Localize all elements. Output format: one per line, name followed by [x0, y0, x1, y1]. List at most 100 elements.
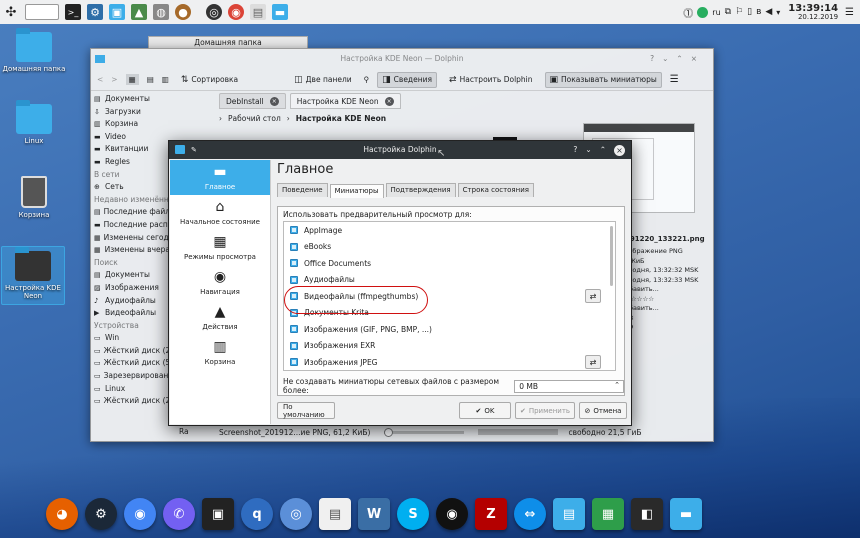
clock[interactable]: 13:39:14 20.12.2019 [788, 3, 838, 21]
plugin-item[interactable]: Изображения EXR [284, 338, 615, 355]
kde-connect-tray-icon[interactable]: ▯ [747, 7, 752, 17]
configure-plugin-icon[interactable]: ⇄ [585, 289, 601, 304]
checkbox[interactable] [290, 341, 298, 350]
details-view-icon[interactable]: ▥ [162, 75, 169, 84]
places-item[interactable]: ▬ Квитанции [94, 143, 170, 156]
thumbnails-button[interactable]: ▣ Показывать миниатюры [544, 71, 662, 88]
checkbox[interactable] [290, 308, 298, 317]
qbittorrent-icon[interactable]: q [241, 498, 273, 530]
terminal-icon[interactable]: >_ [65, 4, 81, 20]
configure-button[interactable]: ⇄ Настроить Dolphin [445, 73, 536, 87]
search-icon[interactable]: ⚲ [364, 75, 370, 84]
size-limit-spinbox[interactable]: 0 МВ [514, 379, 624, 393]
sidebar-item[interactable]: ⌂ Начальное состояние [170, 195, 270, 230]
help-icon[interactable]: ? [573, 141, 577, 159]
places-item[interactable]: ▤ Последние файлы [94, 206, 173, 219]
cancel-button[interactable]: ⊘ Отмена [579, 402, 627, 419]
checkbox[interactable] [290, 259, 298, 268]
folder-task-icon[interactable]: ▬ [272, 4, 288, 20]
network-app-icon[interactable]: ● [175, 4, 191, 20]
document-viewer-icon[interactable]: ▤ [319, 498, 351, 530]
app-store-icon[interactable]: ▣ [109, 4, 125, 20]
checkbox[interactable] [290, 226, 298, 235]
sidebar-item[interactable]: ▲ Действия [170, 300, 270, 335]
plugin-item[interactable]: Документы Krita [284, 305, 615, 322]
places-item[interactable]: ▭ Жёсткий диск (54, [94, 357, 173, 370]
webcam-icon[interactable]: ◉ [436, 498, 468, 530]
skype-icon[interactable]: S [397, 498, 429, 530]
bluetooth-icon[interactable]: ʙ [756, 7, 761, 17]
places-item[interactable]: ▭ Linux [94, 383, 170, 396]
network-tray-icon[interactable] [697, 6, 709, 18]
places-item[interactable]: ♪ Аудиофайлы [94, 295, 170, 308]
close-icon[interactable]: × [384, 96, 394, 106]
places-item[interactable]: ▤ Документы [94, 93, 170, 106]
places-item[interactable]: ▬ Video [94, 131, 170, 144]
plugin-item[interactable]: Изображения JPEG ⇄ [284, 354, 615, 370]
compact-view-icon[interactable]: ▤ [147, 75, 154, 84]
sidebar-item[interactable]: ▦ Режимы просмотра [170, 230, 270, 265]
checkbox[interactable] [290, 275, 298, 284]
settings-app-icon[interactable]: ⚙ [87, 4, 103, 20]
tab[interactable]: Поведение [277, 183, 328, 197]
places-item[interactable]: ▤ Документы [94, 269, 170, 282]
plugin-item[interactable]: AppImage [284, 222, 615, 239]
monitor-app-icon[interactable]: W [358, 498, 390, 530]
maximize-icon[interactable]: ⌃ [600, 141, 606, 159]
places-item[interactable]: ▶ Видеофайлы [94, 307, 170, 320]
desktop-icon-linux[interactable]: Linux [2, 100, 66, 145]
apply-button[interactable]: ✔ Применить [515, 402, 575, 419]
forward-icon[interactable]: > [111, 75, 117, 84]
info-button[interactable]: ◨ Сведения [377, 71, 438, 88]
places-item[interactable]: ▥ Корзина [94, 118, 170, 131]
checkbox[interactable] [290, 358, 298, 367]
sidebar-item[interactable]: ◉ Навигация [170, 265, 270, 300]
photo-app-icon[interactable]: ◍ [153, 4, 169, 20]
desktop-icon-trash[interactable]: Корзина [2, 176, 66, 219]
teamviewer-icon[interactable]: ⇔ [514, 498, 546, 530]
plugin-item[interactable]: Office Documents [284, 255, 615, 272]
checkbox[interactable] [290, 292, 298, 301]
back-icon[interactable]: < [97, 75, 103, 84]
clipboard-icon[interactable]: ⧉ [725, 7, 731, 17]
tab-kde-neon[interactable]: Настройка KDE Neon × [289, 93, 401, 109]
minimize-icon[interactable]: ⌄ [585, 141, 591, 159]
places-item[interactable]: ▨ Изображения [94, 282, 170, 295]
places-item[interactable]: ▭ Жёсткий диск (27, [94, 345, 173, 358]
chromium-icon[interactable]: ◎ [280, 498, 312, 530]
app-launcher-icon[interactable]: ✣ [3, 4, 19, 20]
dolphin-titlebar[interactable]: Настройка KDE Neon — Dolphin ?⌄⌃⨯ [91, 49, 713, 69]
checkbox[interactable] [290, 242, 298, 251]
viber-icon[interactable]: ✆ [163, 498, 195, 530]
menu-icon[interactable]: ☰ [670, 74, 679, 85]
notes-task-icon[interactable]: ▤ [250, 4, 266, 20]
split-button[interactable]: ◫ Две панели [290, 73, 355, 87]
close-icon[interactable]: × [614, 144, 625, 156]
filezilla-icon[interactable]: Z [475, 498, 507, 530]
text-document-icon[interactable]: ▤ [553, 498, 585, 530]
firefox-icon[interactable]: ◕ [46, 498, 78, 530]
close-icon[interactable]: × [269, 96, 279, 106]
dialog-titlebar[interactable]: ✎ Настройка Dolphin ↖ ? ⌄ ⌃ × [169, 141, 631, 159]
icons-view-icon[interactable]: ▦ [125, 74, 139, 85]
zoom-slider[interactable] [384, 427, 465, 437]
plugin-item[interactable]: Видеофайлы (ffmpegthumbs) ⇄ [284, 288, 615, 305]
places-item[interactable]: ▭ Win [94, 332, 170, 345]
breadcrumb-item[interactable]: Рабочий стол [228, 114, 281, 123]
update-icon[interactable]: ⓵ [683, 5, 693, 20]
volume-icon[interactable]: ◀ [765, 7, 772, 17]
defaults-button[interactable]: По умолчанию [277, 402, 335, 419]
places-item[interactable]: ▦ Изменены сегодн [94, 232, 173, 245]
window-controls[interactable]: ?⌄⌃⨯ [650, 49, 705, 69]
keyboard-layout[interactable]: ru [712, 8, 720, 17]
places-item[interactable]: ▭ Зарезервировано [94, 370, 173, 383]
places-item[interactable]: ▦ Изменены вчера [94, 244, 170, 257]
tab[interactable]: Подтверждения [385, 183, 456, 197]
panel-menu-icon[interactable]: ☰ [845, 7, 854, 18]
desktop-icon-kde-neon-settings[interactable]: Настройка KDE Neon [1, 246, 65, 305]
discover-icon[interactable]: ◎ [206, 4, 222, 20]
places-item[interactable]: ▬ Regles [94, 156, 170, 169]
sidebar-item[interactable]: ▬ Главное [170, 160, 270, 195]
sidebar-item[interactable]: ▥ Корзина [170, 335, 270, 370]
sort-button[interactable]: ⇅ Сортировка [177, 73, 242, 87]
